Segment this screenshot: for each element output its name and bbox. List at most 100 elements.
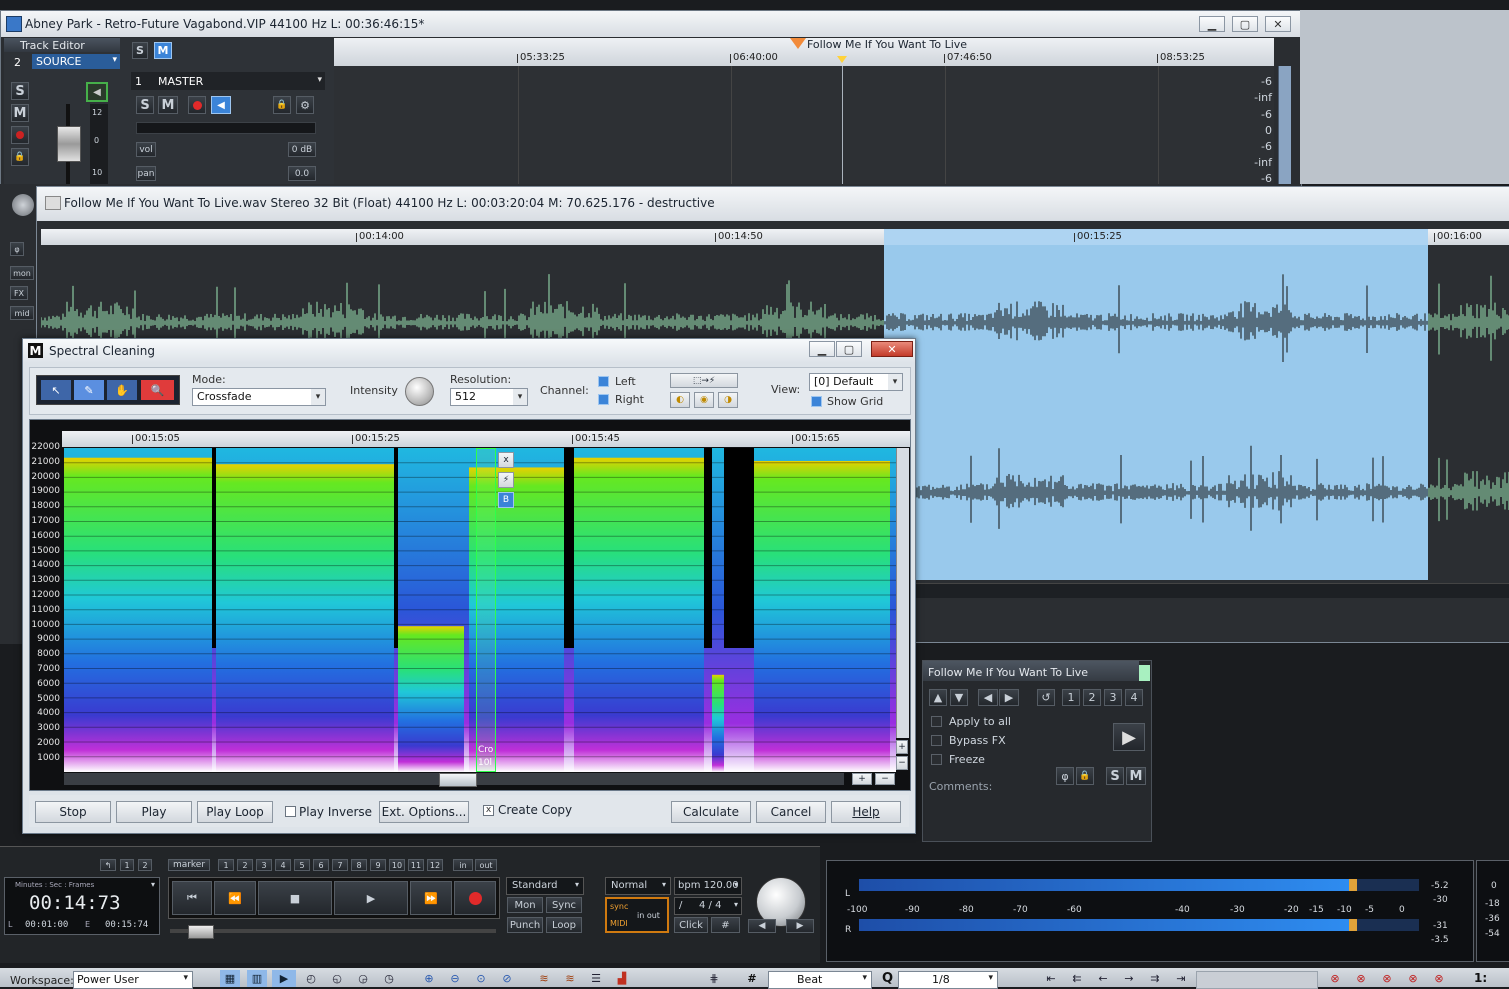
object-mute-button[interactable]: M	[1126, 767, 1146, 785]
pointer-tool-button[interactable]: ↖	[41, 380, 71, 400]
play-transport-button[interactable]: ▶	[334, 881, 408, 915]
tool-icon-3[interactable]: ◶	[354, 970, 372, 987]
snap-left-button[interactable]: ◐	[670, 392, 690, 408]
object-slot-2-button[interactable]: 2	[1083, 689, 1101, 706]
rewind-button[interactable]: ⏪	[214, 881, 256, 915]
object-phase-button[interactable]: φ	[1056, 767, 1074, 785]
nav-prev-fast-icon[interactable]: ⇇	[1066, 970, 1088, 987]
marker-out[interactable]: out	[475, 859, 497, 871]
source-record-button[interactable]	[11, 126, 29, 144]
freeze-checkbox[interactable]	[931, 754, 942, 765]
list-icon[interactable]: ☰	[586, 970, 606, 987]
grid-icon[interactable]: #	[742, 970, 762, 987]
tool-icon-1[interactable]: ◴	[302, 970, 320, 987]
hscroll-thumb[interactable]	[439, 773, 477, 787]
toolbar-icon-2[interactable]: ▥	[247, 970, 267, 987]
source-solo-button[interactable]: S	[11, 82, 29, 100]
cancel-button[interactable]: Cancel	[756, 801, 826, 823]
source-mute-button[interactable]: M	[11, 104, 29, 122]
zoom-out-horizontal-button[interactable]: −	[875, 773, 895, 785]
stop-transport-button[interactable]: ■	[258, 881, 332, 915]
spectral-maximize-button[interactable]: ▢	[836, 341, 862, 357]
show-grid-checkbox[interactable]	[811, 396, 822, 407]
object-panel-color-swatch[interactable]	[1139, 665, 1150, 681]
marker-page-2[interactable]: 2	[138, 859, 152, 871]
master-solo-button[interactable]: S	[136, 96, 154, 114]
zoom-in-icon[interactable]: ⊕	[420, 970, 438, 987]
waveform-tool-icon-2[interactable]: ≋	[560, 970, 580, 987]
calculate-button[interactable]: Calculate	[671, 801, 751, 823]
play-loop-button[interactable]: Play Loop	[197, 801, 273, 823]
track-name-dropdown[interactable]: SOURCE ▾	[32, 54, 120, 69]
channel-left-checkbox[interactable]	[598, 376, 609, 387]
master-record-button[interactable]	[188, 96, 206, 114]
object-slot-1-button[interactable]: 1	[1062, 689, 1080, 706]
brush-tool-button[interactable]: ✎	[74, 380, 104, 400]
marker-label[interactable]: marker	[168, 859, 210, 871]
play-inverse-checkbox[interactable]	[285, 806, 296, 817]
nav-next-fast-icon[interactable]: ⇉	[1144, 970, 1166, 987]
stop-button[interactable]: Stop	[35, 801, 111, 823]
source-lock-button[interactable]: 🔒	[11, 148, 29, 166]
mid-button[interactable]: mid	[10, 306, 34, 320]
marker-add-icon[interactable]: ⊗	[1324, 970, 1346, 987]
marker-3[interactable]: 3	[256, 859, 272, 871]
marker-12[interactable]: 12	[427, 859, 443, 871]
track-editor-solo-button[interactable]: S	[132, 42, 148, 59]
spectrogram-hscrollbar[interactable]	[64, 773, 844, 787]
selection-b-button[interactable]: B	[498, 492, 514, 508]
mon-button[interactable]: mon	[10, 266, 34, 280]
project-vscrollbar[interactable]	[1278, 66, 1291, 184]
wave-ruler[interactable]: 00:14:00 00:14:50 00:15:25 00:16:00	[41, 229, 1509, 245]
zoom-out-vertical-button[interactable]: −	[896, 756, 908, 770]
signature-select[interactable]: / 4 / 4 ▾	[674, 897, 742, 915]
master-strip-header[interactable]: 1 MASTER ▾	[131, 72, 325, 90]
nav-start-icon[interactable]: ⇤	[1040, 970, 1062, 987]
punch-button[interactable]: Punch	[507, 917, 543, 933]
hand-tool-button[interactable]: ✋	[107, 380, 137, 400]
zoom-reset-icon[interactable]: ⊘	[498, 970, 516, 987]
view-select[interactable]: [0] Default ▾	[809, 373, 903, 391]
position-slider[interactable]	[170, 925, 496, 939]
project-marker-label[interactable]: Follow Me If You Want To Live	[807, 38, 967, 51]
normal-select[interactable]: Normal ▾	[605, 877, 671, 895]
marker-flag-icon[interactable]	[790, 38, 806, 49]
sync-transport-button[interactable]: Sync	[546, 897, 582, 913]
zoom-fit-icon[interactable]: ⊙	[472, 970, 490, 987]
nav-end-icon[interactable]: ⇥	[1170, 970, 1192, 987]
play-button[interactable]: Play	[116, 801, 192, 823]
waveform-tool-icon[interactable]: ≋	[534, 970, 554, 987]
position-slider-handle[interactable]	[188, 925, 214, 939]
marker-prev-icon[interactable]: ⊗	[1376, 970, 1398, 987]
object-slot-4-button[interactable]: 4	[1125, 689, 1143, 706]
metronome-settings-button[interactable]: #	[711, 917, 740, 933]
project-close-button[interactable]: ✕	[1265, 16, 1291, 32]
marker-back-button[interactable]: ↰	[100, 859, 116, 871]
master-monitor-button[interactable]: ◀	[211, 96, 231, 114]
nav-next-icon[interactable]: →	[1118, 970, 1140, 987]
marker-4[interactable]: 4	[275, 859, 291, 871]
nav-prev-icon[interactable]: ←	[1092, 970, 1114, 987]
source-speaker-button[interactable]: ◀	[86, 82, 108, 102]
move-down-button[interactable]: ▼	[950, 689, 968, 706]
resolution-select[interactable]: 512 ▾	[450, 388, 528, 406]
loop-button[interactable]: Loop	[546, 917, 582, 933]
master-lock-button[interactable]: 🔒	[273, 96, 291, 114]
marker-8[interactable]: 8	[351, 859, 367, 871]
apply-to-all-checkbox[interactable]	[931, 716, 942, 727]
source-fader-handle[interactable]	[57, 126, 81, 162]
marker-5[interactable]: 5	[294, 859, 310, 871]
project-maximize-button[interactable]: ▢	[1232, 16, 1258, 32]
pan-knob[interactable]	[12, 194, 34, 216]
spectrogram-canvas[interactable]: Cro 10l x ⚡ B	[64, 448, 896, 772]
marker-next-icon[interactable]: ⊗	[1402, 970, 1424, 987]
marker-2[interactable]: 2	[237, 859, 253, 871]
go-to-start-button[interactable]: ⏮	[172, 881, 212, 915]
marker-7[interactable]: 7	[332, 859, 348, 871]
spectrum-icon[interactable]: ▟	[612, 970, 632, 987]
zoom-in-horizontal-button[interactable]: +	[852, 773, 872, 785]
object-solo-button[interactable]: S	[1106, 767, 1124, 785]
selection-flash-button[interactable]: ⚡	[498, 472, 514, 488]
toolbar-icon-1[interactable]: ▦	[220, 970, 240, 987]
marker-remove-icon[interactable]: ⊗	[1350, 970, 1372, 987]
